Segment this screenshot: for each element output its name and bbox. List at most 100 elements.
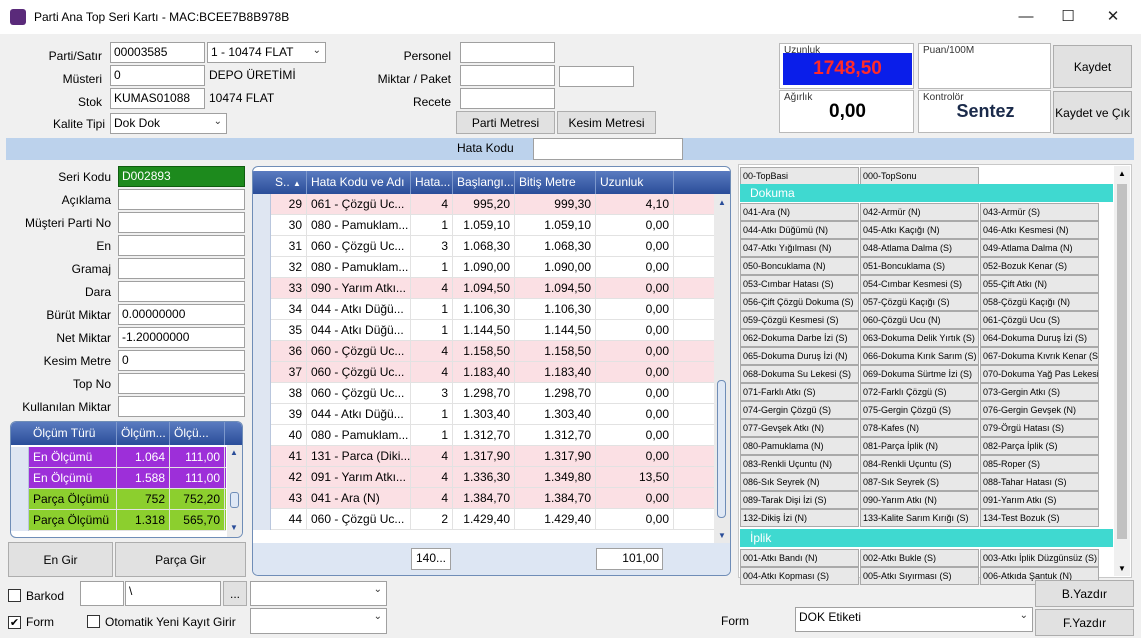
olcum-scrollbar[interactable]: ▲ ▼ bbox=[227, 445, 242, 537]
scroll-up-icon[interactable]: ▲ bbox=[230, 448, 238, 457]
paket-field[interactable] bbox=[559, 66, 634, 87]
defect-code-button[interactable]: 004-Atkı Kopması (S) bbox=[740, 567, 859, 585]
defect-code-button[interactable]: 049-Atlama Dalma (N) bbox=[980, 239, 1099, 257]
iplik-section-title[interactable]: İplik bbox=[740, 529, 1113, 547]
defect-code-button[interactable]: 132-Dikiş İzi (N) bbox=[740, 509, 859, 527]
defect-code-button[interactable]: 052-Bozuk Kenar (S) bbox=[980, 257, 1099, 275]
left-form-field[interactable] bbox=[118, 258, 245, 279]
defect-code-button[interactable]: 050-Boncuklama (N) bbox=[740, 257, 859, 275]
parti-satir-combo[interactable]: 1 - 10474 FLAT ⌄ bbox=[207, 42, 326, 63]
defect-code-button[interactable]: 134-Test Bozuk (S) bbox=[980, 509, 1099, 527]
defect-code-button[interactable]: 001-Atkı Bandı (N) bbox=[740, 549, 859, 567]
defect-code-button[interactable]: 041-Ara (N) bbox=[740, 203, 859, 221]
defect-row[interactable]: 38 060 - Çözgü Uc... 3 1.298,70 1.298,70 0,00 bbox=[253, 383, 714, 404]
left-form-field[interactable] bbox=[118, 396, 245, 417]
defect-header-baslangic[interactable]: Başlangı... bbox=[453, 171, 515, 194]
defect-code-button[interactable]: 087-Sık Seyrek (S) bbox=[860, 473, 979, 491]
olcum-row[interactable]: En Ölçümü 1.588 111,00 bbox=[11, 468, 226, 489]
defect-code-button[interactable]: 055-Çift Atkı (N) bbox=[980, 275, 1099, 293]
defect-code-button[interactable]: 079-Örgü Hatası (S) bbox=[980, 419, 1099, 437]
barkod-field[interactable] bbox=[80, 581, 124, 606]
defect-code-button[interactable]: 003-Atkı İplik Düzgünsüz (S) bbox=[980, 549, 1099, 567]
defect-row[interactable]: 42 091 - Yarım Atkı... 4 1.336,30 1.349,80 13… bbox=[253, 467, 714, 488]
close-button[interactable]: ✕ bbox=[1090, 0, 1136, 32]
defect-buttons-scroll-thumb[interactable] bbox=[1117, 184, 1127, 539]
defect-code-button[interactable]: 089-Tarak Dişi İzi (S) bbox=[740, 491, 859, 509]
defect-code-button[interactable]: 045-Atkı Kaçığı (N) bbox=[860, 221, 979, 239]
parti-satir-field[interactable]: 00003585 bbox=[110, 42, 205, 63]
defect-row[interactable]: 31 060 - Çözgü Uc... 3 1.068,30 1.068,30 0,00 bbox=[253, 236, 714, 257]
defect-header-hata[interactable]: Hata... bbox=[411, 171, 453, 194]
defect-row[interactable]: 36 060 - Çözgü Uc... 4 1.158,50 1.158,50 0,00 bbox=[253, 341, 714, 362]
defect-code-button[interactable]: 00-TopBasi bbox=[740, 167, 859, 185]
defect-code-button[interactable]: 066-Dokuma Kırık Sarım (S) bbox=[860, 347, 979, 365]
defect-code-button[interactable]: 060-Çözgü Ucu (N) bbox=[860, 311, 979, 329]
defect-code-button[interactable]: 077-Gevşek Atkı (N) bbox=[740, 419, 859, 437]
defect-code-button[interactable]: 043-Armür (S) bbox=[980, 203, 1099, 221]
defect-code-button[interactable]: 072-Farklı Çözgü (S) bbox=[860, 383, 979, 401]
defect-code-button[interactable]: 053-Cımbar Hatası (S) bbox=[740, 275, 859, 293]
kaydet-button[interactable]: Kaydet bbox=[1053, 45, 1132, 88]
defect-scroll-thumb[interactable] bbox=[717, 380, 726, 518]
left-form-field[interactable] bbox=[118, 212, 245, 233]
defect-code-button[interactable]: 083-Renkli Uçuntu (N) bbox=[740, 455, 859, 473]
defect-row[interactable]: 32 080 - Pamuklam... 1 1.090,00 1.090,00 0,00 bbox=[253, 257, 714, 278]
form-combo[interactable]: DOK Etiketi ⌄ bbox=[795, 607, 1033, 632]
left-form-field[interactable]: 0.00000000 bbox=[118, 304, 245, 325]
defect-code-button[interactable]: 048-Atlama Dalma (S) bbox=[860, 239, 979, 257]
barkod-checkbox[interactable] bbox=[8, 589, 21, 605]
scroll-down-icon[interactable]: ▼ bbox=[1118, 564, 1126, 573]
defect-header-s[interactable]: S.. ▲ bbox=[271, 171, 307, 194]
form-checkbox[interactable]: ✔ bbox=[8, 615, 21, 629]
defect-row[interactable]: 37 060 - Çözgü Uc... 4 1.183,40 1.183,40 0,00 bbox=[253, 362, 714, 383]
defect-code-button[interactable]: 064-Dokuma Duruş İzi (S) bbox=[980, 329, 1099, 347]
en-gir-button[interactable]: En Gir bbox=[8, 542, 113, 577]
defect-code-button[interactable]: 091-Yarım Atkı (S) bbox=[980, 491, 1099, 509]
left-form-field[interactable] bbox=[118, 281, 245, 302]
defect-code-button[interactable]: 088-Tahar Hatası (S) bbox=[980, 473, 1099, 491]
defect-header-bitis[interactable]: Bitiş Metre bbox=[515, 171, 596, 194]
maximize-button[interactable]: ☐ bbox=[1045, 0, 1091, 32]
musteri-field[interactable]: 0 bbox=[110, 65, 205, 86]
left-form-field[interactable]: D002893 bbox=[118, 166, 245, 187]
parti-metresi-button[interactable]: Parti Metresi bbox=[456, 111, 555, 134]
scroll-up-icon[interactable]: ▲ bbox=[718, 198, 726, 207]
defect-code-button[interactable]: 075-Gergin Çözgü (S) bbox=[860, 401, 979, 419]
defect-code-button[interactable]: 085-Roper (S) bbox=[980, 455, 1099, 473]
defect-code-button[interactable]: 044-Atkı Düğümü (N) bbox=[740, 221, 859, 239]
defect-code-button[interactable]: 054-Cımbar Kesmesi (S) bbox=[860, 275, 979, 293]
defect-code-button[interactable]: 058-Çözgü Kaçığı (N) bbox=[980, 293, 1099, 311]
olcum-header-1[interactable]: Ölçüm... bbox=[117, 422, 170, 445]
defect-code-button[interactable]: 081-Parça İplik (N) bbox=[860, 437, 979, 455]
defect-code-button[interactable]: 078-Kafes (N) bbox=[860, 419, 979, 437]
defect-code-button[interactable]: 051-Boncuklama (S) bbox=[860, 257, 979, 275]
defect-code-button[interactable]: 057-Çözgü Kaçığı (S) bbox=[860, 293, 979, 311]
left-form-field[interactable] bbox=[118, 235, 245, 256]
defect-code-button[interactable]: 071-Farklı Atkı (S) bbox=[740, 383, 859, 401]
defect-code-button[interactable]: 061-Çözgü Ucu (S) bbox=[980, 311, 1099, 329]
stok-field[interactable]: KUMAS01088 bbox=[110, 88, 205, 109]
defect-code-button[interactable]: 046-Atkı Kesmesi (N) bbox=[980, 221, 1099, 239]
defect-header-uzunluk[interactable]: Uzunluk bbox=[596, 171, 674, 194]
miktar-field[interactable] bbox=[460, 65, 555, 86]
olcum-header-2[interactable]: Ölçü... bbox=[170, 422, 225, 445]
oto-kayit-checkbox[interactable] bbox=[87, 615, 100, 631]
defect-code-button[interactable]: 005-Atkı Sıyırması (S) bbox=[860, 567, 979, 585]
scroll-up-icon[interactable]: ▲ bbox=[1118, 169, 1126, 178]
kaydet-ve-cik-button[interactable]: Kaydet ve Çık bbox=[1053, 91, 1132, 134]
defect-row[interactable]: 44 060 - Çözgü Uc... 2 1.429,40 1.429,40 0,00 bbox=[253, 509, 714, 530]
defect-code-button[interactable]: 000-TopSonu bbox=[860, 167, 979, 185]
barkod-path-field[interactable]: \ bbox=[125, 581, 221, 606]
defect-code-button[interactable]: 047-Atkı Yığılması (N) bbox=[740, 239, 859, 257]
defect-code-button[interactable]: 074-Gergin Çözgü (S) bbox=[740, 401, 859, 419]
scroll-down-icon[interactable]: ▼ bbox=[718, 531, 726, 540]
olcum-scroll-thumb[interactable] bbox=[230, 492, 239, 508]
kalite-tipi-combo[interactable]: Dok Dok ⌄ bbox=[110, 113, 227, 134]
defect-code-button[interactable]: 056-Çift Çözgü Dokuma (S) bbox=[740, 293, 859, 311]
left-form-field[interactable] bbox=[118, 189, 245, 210]
defect-code-button[interactable]: 084-Renkli Uçuntu (S) bbox=[860, 455, 979, 473]
b-yazdir-button[interactable]: B.Yazdır bbox=[1035, 580, 1134, 607]
defect-code-button[interactable]: 062-Dokuma Darbe İzi (S) bbox=[740, 329, 859, 347]
minimize-button[interactable]: — bbox=[1003, 0, 1049, 32]
defect-code-button[interactable]: 059-Çözgü Kesmesi (S) bbox=[740, 311, 859, 329]
